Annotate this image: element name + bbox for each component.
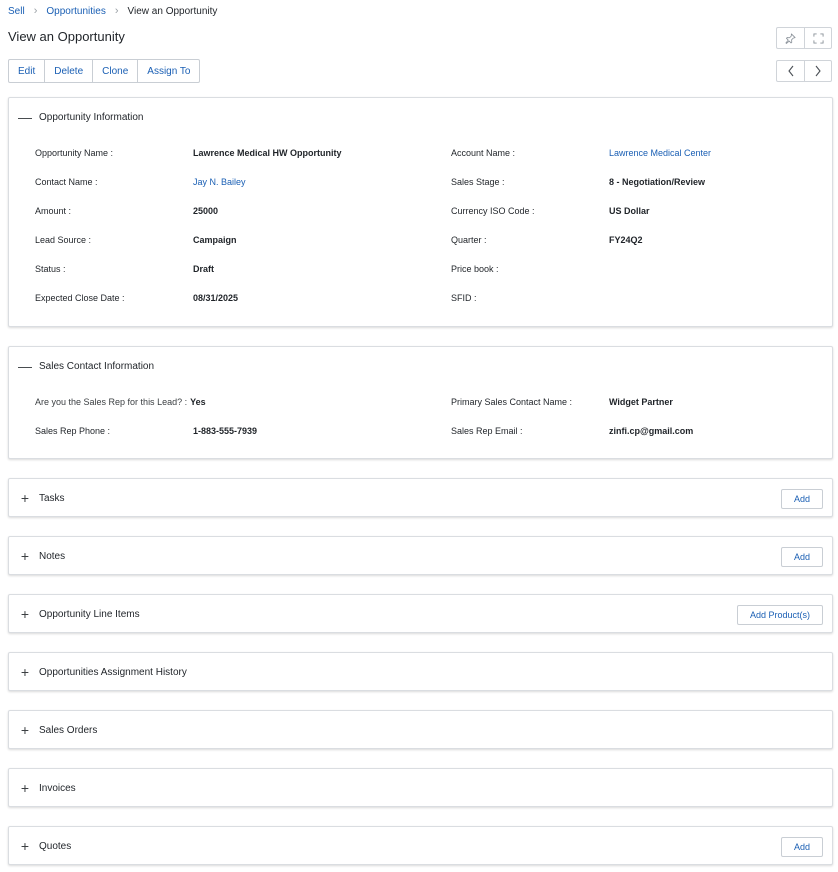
tasks-header[interactable]: + Tasks Add [9,479,832,517]
section-title: Notes [39,550,66,562]
chevron-right-icon[interactable] [804,61,831,81]
tasks-panel: + Tasks Add [8,478,833,517]
quotes-header[interactable]: + Quotes Add [9,827,832,865]
page-tools [776,27,832,49]
sales-stage-label: Sales Stage : [451,177,505,187]
sales-orders-panel: + Sales Orders [8,710,833,749]
plus-icon[interactable]: + [19,607,31,621]
minus-icon[interactable]: — [18,359,32,373]
page-title: View an Opportunity [8,29,125,44]
account-name-link[interactable]: Lawrence Medical Center [609,145,711,161]
section-title: Invoices [39,782,76,794]
add-note-button[interactable]: Add [780,547,823,567]
section-title: Opportunities Assignment History [39,666,187,678]
assignment-history-panel: + Opportunities Assignment History [8,652,833,691]
assign-to-button[interactable]: Assign To [137,60,199,82]
delete-button[interactable]: Delete [44,60,92,82]
breadcrumb: Sell › Opportunities › View an Opportuni… [8,4,217,18]
section-title: Opportunity Line Items [39,608,140,620]
sales-contact-information-panel: — Sales Contact Information Are you the … [8,346,833,459]
currency-iso-code-value: US Dollar [609,206,650,216]
breadcrumb-current: View an Opportunity [127,5,218,17]
plus-icon[interactable]: + [19,781,31,795]
assignment-history-header[interactable]: + Opportunities Assignment History [9,653,832,691]
sfid-label: SFID : [451,293,477,303]
section-title: Sales Orders [39,724,98,736]
plus-icon[interactable]: + [19,665,31,679]
quarter-label: Quarter : [451,235,487,245]
lead-source-value: Campaign [193,235,237,245]
primary-sales-contact-label: Primary Sales Contact Name : [451,397,573,407]
edit-button[interactable]: Edit [9,60,44,82]
notes-header[interactable]: + Notes Add [9,537,832,575]
section-title: Opportunity Information [39,111,144,123]
section-title: Tasks [39,492,65,504]
opportunity-line-items-panel: + Opportunity Line Items Add Product(s) [8,594,833,633]
section-title: Sales Contact Information [39,360,155,372]
status-label: Status : [35,264,66,274]
lead-source-label: Lead Source : [35,235,92,245]
plus-icon[interactable]: + [19,491,31,505]
plus-icon[interactable]: + [19,549,31,563]
expected-close-date-value: 08/31/2025 [193,293,239,303]
add-products-button[interactable]: Add Product(s) [736,605,823,625]
amount-label: Amount : [35,206,72,216]
chevron-right-icon: › [33,5,38,17]
sales-rep-for-lead-row: Are you the Sales Rep for this Lead? : Y… [35,394,206,410]
sales-orders-header[interactable]: + Sales Orders [9,711,832,749]
quotes-panel: + Quotes Add [8,826,833,865]
sales-rep-for-lead-value: Yes [190,397,206,407]
clone-button[interactable]: Clone [92,60,137,82]
invoices-header[interactable]: + Invoices [9,769,832,807]
expand-icon[interactable] [804,28,831,48]
action-toolbar: Edit Delete Clone Assign To [8,59,201,83]
contact-name-label: Contact Name : [35,177,98,187]
add-quote-button[interactable]: Add [780,837,823,857]
section-title: Quotes [39,840,72,852]
breadcrumb-sell[interactable]: Sell [8,6,25,17]
opportunity-information-header[interactable]: — Opportunity Information [9,98,832,136]
currency-iso-code-label: Currency ISO Code : [451,206,535,216]
expected-close-date-label: Expected Close Date : [35,293,125,303]
amount-value: 25000 [193,206,219,216]
quarter-value: FY24Q2 [609,235,643,245]
breadcrumb-opportunities[interactable]: Opportunities [46,6,105,17]
status-value: Draft [193,264,215,274]
chevron-right-icon: › [114,5,119,17]
sales-rep-phone-value: 1-883-555-7939 [193,426,258,436]
sales-stage-value: 8 - Negotiation/Review [609,177,706,187]
record-navigation [776,60,832,82]
add-task-button[interactable]: Add [780,489,823,509]
opportunity-name-value: Lawrence Medical HW Opportunity [193,148,342,158]
sales-contact-information-header[interactable]: — Sales Contact Information [9,347,832,385]
opportunity-information-panel: — Opportunity Information Opportunity Na… [8,97,833,327]
price-book-label: Price book : [451,264,499,274]
chevron-left-icon[interactable] [777,61,804,81]
account-name-label: Account Name : [451,148,516,158]
invoices-panel: + Invoices [8,768,833,807]
sales-rep-email-value: zinfi.cp@gmail.com [609,426,694,436]
plus-icon[interactable]: + [19,839,31,853]
sales-rep-phone-label: Sales Rep Phone : [35,426,111,436]
pin-icon[interactable] [777,28,804,48]
sales-rep-email-label: Sales Rep Email : [451,426,523,436]
plus-icon[interactable]: + [19,723,31,737]
notes-panel: + Notes Add [8,536,833,575]
sales-rep-for-lead-label: Are you the Sales Rep for this Lead? : [35,397,188,407]
contact-name-link[interactable]: Jay N. Bailey [193,174,246,190]
opportunity-name-label: Opportunity Name : [35,148,114,158]
minus-icon[interactable]: — [18,110,32,124]
primary-sales-contact-value: Widget Partner [609,397,673,407]
opportunity-line-items-header[interactable]: + Opportunity Line Items Add Product(s) [9,595,832,633]
